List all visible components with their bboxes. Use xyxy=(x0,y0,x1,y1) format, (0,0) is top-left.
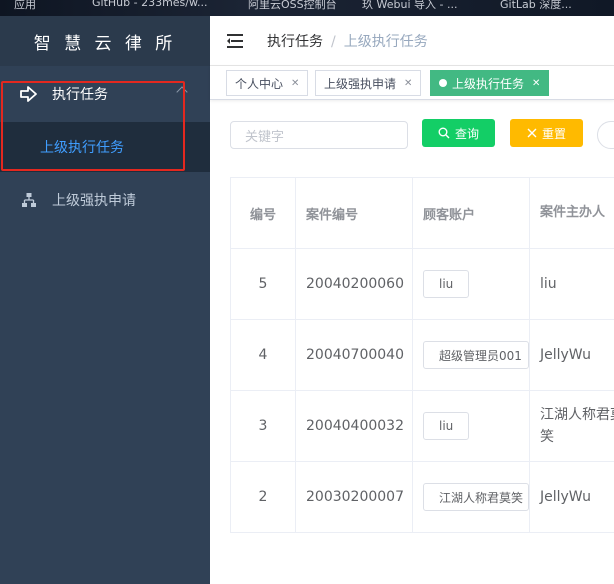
cell-id: 3 xyxy=(231,391,296,461)
reset-label: 重置 xyxy=(541,126,566,141)
cell-host: JellyWu xyxy=(530,320,614,390)
column-header: 案件编号 xyxy=(296,178,413,248)
navbar: 执行任务 / 上级执行任务 xyxy=(210,16,614,66)
bookmark-item[interactable]: 阿里云OSS控制台 xyxy=(248,0,337,12)
search-icon xyxy=(438,127,450,139)
data-table: 编号 案件编号 顾客账户 案件主办人 5 20040200060 liu liu… xyxy=(230,177,614,533)
account-tag: 超级管理员001 xyxy=(423,341,529,369)
account-tag: liu xyxy=(423,412,470,440)
column-header: 案件主办人 xyxy=(530,178,614,248)
cell-id: 5 xyxy=(231,249,296,319)
tag-label: 上级强执申请 xyxy=(324,76,397,91)
cell-case-no: 20040400032 xyxy=(296,391,413,461)
table-row[interactable]: 3 20040400032 liu 江湖人称君莫笑 xyxy=(231,391,614,462)
query-button[interactable]: 查询 xyxy=(422,119,495,147)
close-icon[interactable]: ✕ xyxy=(404,78,412,89)
cell-account: liu xyxy=(413,249,530,319)
account-tag: 江湖人称君莫笑 xyxy=(423,483,529,511)
sidebar-item-label: 上级强执申请 xyxy=(52,193,136,209)
cell-account: liu xyxy=(413,391,530,461)
reset-button[interactable]: 重置 xyxy=(510,119,583,147)
bookmark-item[interactable]: GitHub - 233mes/w... xyxy=(92,0,207,9)
sitemap-icon xyxy=(20,191,38,209)
bookmark-item[interactable]: 应用 xyxy=(14,0,36,12)
cell-case-no: 20040700040 xyxy=(296,320,413,390)
tag-superior-enforce-apply[interactable]: 上级强执申请 ✕ xyxy=(315,70,422,96)
brand-title: 智 慧 云 律 所 xyxy=(0,16,210,66)
active-dot-icon xyxy=(439,79,447,87)
cell-host: liu xyxy=(530,249,614,319)
table-row[interactable]: 5 20040200060 liu liu xyxy=(231,249,614,320)
close-icon[interactable]: ✕ xyxy=(291,78,299,89)
close-icon[interactable]: ✕ xyxy=(532,78,540,89)
cell-case-no: 20030200007 xyxy=(296,462,413,532)
bookmark-item[interactable]: GitLab 深度... xyxy=(500,0,572,12)
cell-account: 江湖人称君莫笑 xyxy=(413,462,530,532)
cell-account: 超级管理员001 xyxy=(413,320,530,390)
cell-host: 江湖人称君莫笑 xyxy=(530,391,614,461)
highlight-box xyxy=(1,81,185,171)
bookmark-item[interactable]: 玖 Webui 导入 - ... xyxy=(362,0,457,12)
column-header: 编号 xyxy=(231,178,296,248)
overflow-button[interactable] xyxy=(597,121,614,149)
account-tag: liu xyxy=(423,270,470,298)
cell-id: 4 xyxy=(231,320,296,390)
sidebar-item-superior-enforce-apply[interactable]: 上级强执申请 xyxy=(0,172,210,228)
browser-bookmarks-bar: 应用 GitHub - 233mes/w... 阿里云OSS控制台 玖 Webu… xyxy=(0,0,614,16)
tag-label: 上级执行任务 xyxy=(452,76,525,91)
tag-label: 个人中心 xyxy=(235,76,284,91)
hamburger-icon[interactable] xyxy=(227,33,245,48)
table-header-row: 编号 案件编号 顾客账户 案件主办人 xyxy=(231,178,614,249)
column-header: 顾客账户 xyxy=(413,178,530,248)
search-input[interactable]: 关键字 xyxy=(230,121,408,149)
breadcrumb: 执行任务 / 上级执行任务 xyxy=(267,33,428,50)
tags-view: 个人中心 ✕ 上级强执申请 ✕ 上级执行任务 ✕ xyxy=(210,66,614,100)
query-label: 查询 xyxy=(454,126,479,141)
cell-id: 2 xyxy=(231,462,296,532)
breadcrumb-item[interactable]: 执行任务 xyxy=(267,34,323,50)
cell-case-no: 20040200060 xyxy=(296,249,413,319)
breadcrumb-current: 上级执行任务 xyxy=(343,33,428,50)
tag-superior-exec-task[interactable]: 上级执行任务 ✕ xyxy=(430,70,550,96)
tag-personal-center[interactable]: 个人中心 ✕ xyxy=(226,70,309,96)
table-row[interactable]: 4 20040700040 超级管理员001 JellyWu xyxy=(231,320,614,391)
cell-host: JellyWu xyxy=(530,462,614,532)
table-row[interactable]: 2 20030200007 江湖人称君莫笑 JellyWu xyxy=(231,462,614,533)
close-icon xyxy=(527,128,537,138)
